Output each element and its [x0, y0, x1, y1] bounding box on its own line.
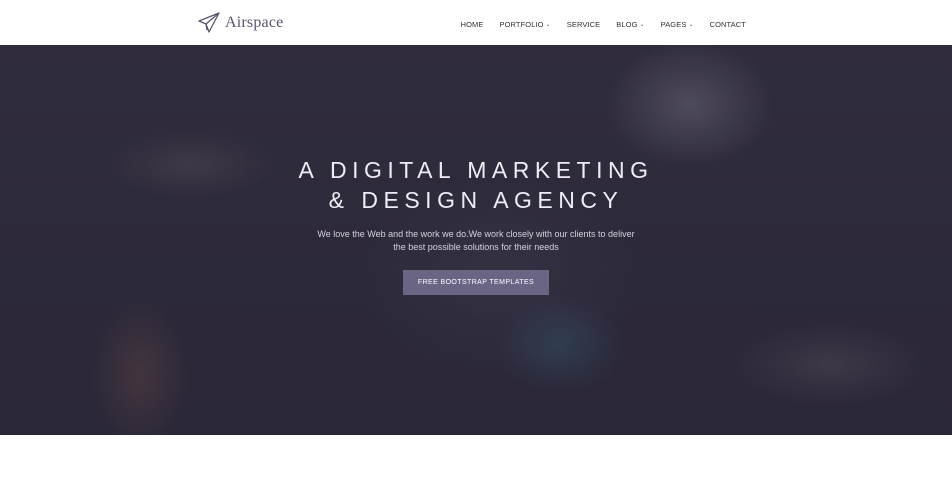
chevron-down-icon: ⌄	[688, 22, 694, 28]
hero-subtitle: We love the Web and the work we do.We wo…	[0, 228, 952, 254]
hero-subtitle-line: We love the Web and the work we do.We wo…	[317, 229, 635, 239]
logo[interactable]: Airspace	[197, 11, 283, 35]
hero-title-line: A DIGITAL MARKETING	[298, 157, 654, 183]
nav-label: HOME	[460, 20, 484, 29]
nav-item-contact[interactable]: CONTACT	[710, 20, 746, 29]
nav-label: CONTACT	[709, 20, 746, 29]
nav-item-service[interactable]: SERVICE	[567, 20, 601, 29]
hero-banner: A DIGITAL MARKETING & DESIGN AGENCY We l…	[0, 45, 952, 435]
nav-label: BLOG	[616, 20, 638, 29]
nav-item-blog[interactable]: BLOG ⌄	[616, 20, 644, 29]
logo-text: Airspace	[225, 14, 284, 31]
site-header: Airspace HOME PORTFOLIO ⌄ SERVICE BLOG ⌄…	[0, 0, 952, 45]
chevron-down-icon: ⌄	[545, 22, 551, 28]
nav-item-portfolio[interactable]: PORTFOLIO ⌄	[500, 20, 551, 29]
main-nav: HOME PORTFOLIO ⌄ SERVICE BLOG ⌄ PAGES ⌄ …	[461, 20, 746, 29]
content-section	[0, 435, 952, 483]
hero-subtitle-line: the best possible solutions for their ne…	[393, 242, 559, 252]
nav-label: SERVICE	[566, 20, 601, 29]
chevron-down-icon: ⌄	[639, 22, 645, 28]
hero-title: A DIGITAL MARKETING & DESIGN AGENCY	[0, 155, 952, 215]
nav-item-home[interactable]: HOME	[461, 20, 484, 29]
nav-label: PORTFOLIO	[499, 20, 544, 29]
nav-item-pages[interactable]: PAGES ⌄	[661, 20, 694, 29]
free-templates-button[interactable]: FREE BOOTSTRAP TEMPLATES	[403, 270, 549, 295]
hero-title-line: & DESIGN AGENCY	[328, 187, 624, 213]
paper-plane-icon	[198, 12, 220, 33]
nav-label: PAGES	[660, 20, 687, 29]
